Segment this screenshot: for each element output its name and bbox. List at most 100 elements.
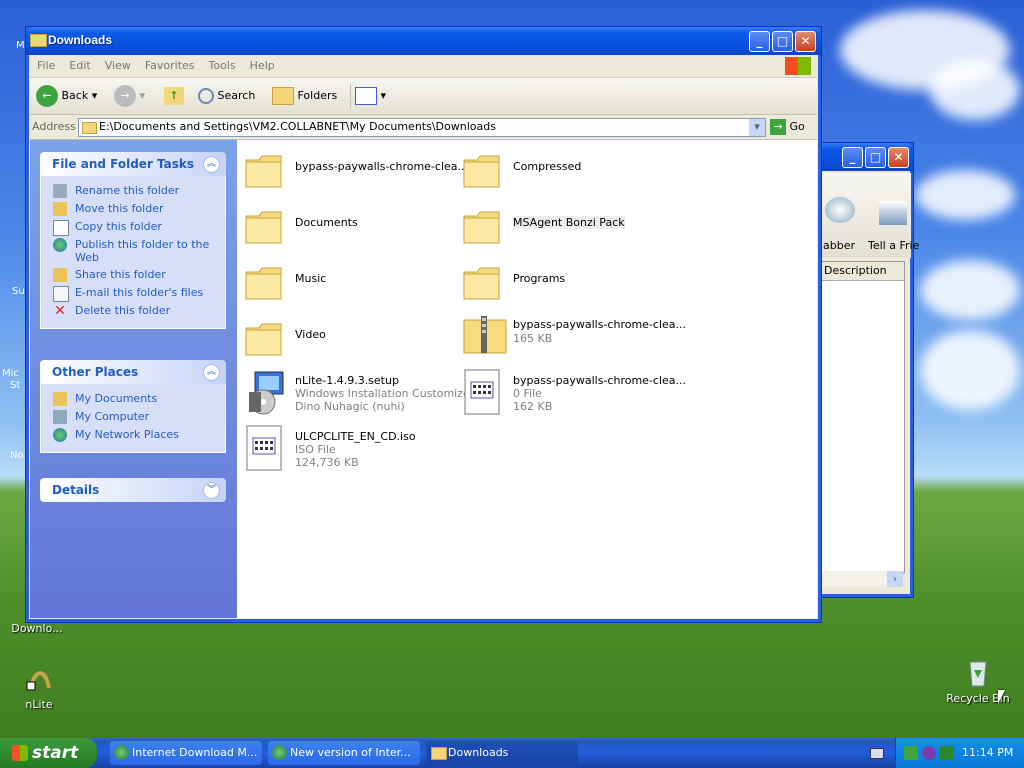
go-button[interactable]: → Go — [770, 118, 814, 136]
menu-tools[interactable]: Tools — [202, 55, 243, 76]
panel-header[interactable]: File and Folder Tasks ︽ — [40, 152, 226, 176]
file-type: 0 File — [513, 387, 542, 400]
move-icon — [53, 202, 67, 216]
task-label: Move this folder — [75, 202, 164, 215]
recycle-bin-icon — [962, 656, 994, 688]
dropdown-arrow-icon: ▾ — [139, 89, 146, 102]
panel-title: File and Folder Tasks — [52, 157, 195, 171]
shield-tray-icon[interactable] — [940, 746, 954, 760]
forward-button[interactable]: → ▾ — [114, 84, 154, 108]
setup-installer-icon — [245, 368, 284, 416]
folder-icon — [82, 122, 97, 134]
menu-help[interactable]: Help — [243, 55, 282, 76]
task-move-folder[interactable]: Move this folder — [41, 200, 225, 218]
close-button[interactable]: ✕ — [888, 147, 909, 168]
task-email-files[interactable]: E-mail this folder's files — [41, 284, 225, 302]
collapse-chevron-icon[interactable]: ︽ — [203, 156, 220, 173]
taskbar-item-idm[interactable]: Internet Download M... — [110, 741, 262, 765]
close-button[interactable]: ✕ — [795, 31, 816, 52]
minimize-button[interactable]: _ — [842, 147, 863, 168]
file-name: bypass-paywalls-chrome-clea... — [513, 374, 687, 387]
go-label: Go — [789, 120, 805, 133]
taskbar: start Internet Download M... New version… — [0, 738, 1024, 768]
folder-item[interactable]: bypass-paywalls-chrome-clea... — [245, 150, 468, 200]
folder-item[interactable]: Video — [245, 318, 460, 368]
task-label: Publish this folder to the Web — [75, 238, 210, 264]
network-tray-icon[interactable] — [904, 746, 918, 760]
file-name: Programs — [513, 272, 566, 285]
panel-header[interactable]: Other Places ︽ — [40, 360, 226, 384]
toolbar-label-tell-a-friend[interactable]: Tell a Frie — [868, 239, 919, 252]
clock[interactable]: 11:14 PM — [962, 746, 1013, 759]
file-name: bypass-paywalls-chrome-clea... — [295, 160, 469, 173]
address-label: Address — [32, 120, 76, 133]
task-label: Rename this folder — [75, 184, 180, 197]
file-item[interactable]: nLite-1.4.9.3.setup Windows Installation… — [245, 368, 474, 418]
horizontal-scrollbar[interactable]: › — [821, 571, 903, 587]
go-arrow-icon: → — [770, 119, 786, 135]
desktop-icon-nlite[interactable]: nLite — [4, 662, 74, 711]
background-window-titlebar[interactable]: _ □ ✕ — [813, 143, 913, 171]
up-button[interactable]: ↑ — [164, 84, 188, 108]
search-icon — [198, 88, 214, 104]
panel-header[interactable]: Details ︾ — [40, 478, 226, 502]
explorer-window[interactable]: Downloads _ □ ✕ File Edit View Favorites Too… — [25, 26, 822, 623]
menu-file[interactable]: File — [30, 55, 62, 76]
zip-folder-icon — [463, 314, 507, 354]
file-name: Compressed — [513, 160, 582, 173]
task-delete-folder[interactable]: ✕ Delete this folder — [41, 302, 225, 320]
minimize-button[interactable]: _ — [749, 31, 770, 52]
taskbar-item-label: New version of Inter... — [290, 746, 411, 759]
file-item[interactable]: bypass-paywalls-chrome-clea... 165 KB — [463, 312, 686, 362]
file-item[interactable]: bypass-paywalls-chrome-clea... 0 File 16… — [463, 368, 686, 418]
back-button[interactable]: ← Back ▾ — [36, 84, 106, 108]
file-item[interactable]: ULCPCLITE_EN_CD.iso ISO File 124,736 KB — [245, 424, 460, 474]
file-name: Music — [295, 272, 327, 285]
folder-item[interactable]: Music — [245, 262, 460, 312]
place-my-computer[interactable]: My Computer — [41, 408, 225, 426]
menu-favorites[interactable]: Favorites — [138, 55, 202, 76]
desktop-icon-recycle-bin[interactable]: Recycle Bin — [938, 656, 1018, 705]
place-my-network[interactable]: My Network Places — [41, 426, 225, 444]
maximize-button[interactable]: □ — [772, 31, 793, 52]
taskbar-item-new-version[interactable]: New version of Inter... — [268, 741, 420, 765]
mouse-cursor-icon — [998, 690, 1005, 704]
task-rename-folder[interactable]: Rename this folder — [41, 182, 225, 200]
folder-item[interactable]: MSAgent Bonzi Pack — [463, 206, 678, 256]
menu-edit[interactable]: Edit — [62, 55, 97, 76]
address-input[interactable]: E:\Documents and Settings\VM2.COLLABNET\… — [78, 118, 766, 137]
place-label: My Computer — [75, 410, 150, 423]
task-label: Copy this folder — [75, 220, 162, 233]
column-header-description[interactable]: Description — [822, 262, 904, 281]
toolbar-label-grabber[interactable]: abber — [823, 239, 855, 252]
back-arrow-icon: ← — [36, 85, 58, 107]
details-panel: Details ︾ — [40, 478, 226, 502]
scroll-right-button[interactable]: › — [887, 571, 903, 587]
taskbar-item-downloads[interactable]: Downloads — [426, 741, 578, 765]
background-window[interactable]: _ □ ✕ abber Tell a Frie Description › — [812, 142, 919, 598]
folder-item[interactable]: Compressed — [463, 150, 678, 200]
expand-chevron-icon[interactable]: ︾ — [203, 482, 220, 499]
search-button[interactable]: Search — [198, 84, 264, 108]
collapse-chevron-icon[interactable]: ︽ — [203, 364, 220, 381]
address-dropdown-button[interactable]: ▾ — [749, 119, 765, 136]
maximize-button[interactable]: □ — [865, 147, 886, 168]
system-tray: 11:14 PM — [895, 738, 1024, 768]
start-button[interactable]: start — [0, 738, 97, 768]
menu-view[interactable]: View — [98, 55, 138, 76]
bonzi-tray-icon[interactable] — [922, 746, 936, 760]
folders-button[interactable]: Folders — [272, 84, 342, 108]
folder-item[interactable]: Programs — [463, 262, 678, 312]
window-title: Downloads — [48, 33, 113, 47]
keyboard-icon[interactable] — [870, 748, 884, 759]
views-button[interactable]: ▾ — [350, 84, 391, 108]
task-share-folder[interactable]: Share this folder — [41, 266, 225, 284]
up-folder-icon: ↑ — [164, 87, 184, 105]
task-publish-web[interactable]: Publish this folder to the Web — [41, 236, 225, 266]
place-my-documents[interactable]: My Documents — [41, 390, 225, 408]
task-copy-folder[interactable]: Copy this folder — [41, 218, 225, 236]
folder-item[interactable]: Documents — [245, 206, 460, 256]
explorer-titlebar[interactable]: Downloads _ □ ✕ — [26, 27, 821, 55]
desktop-icon-label: nLite — [25, 698, 53, 711]
email-icon — [53, 286, 69, 302]
